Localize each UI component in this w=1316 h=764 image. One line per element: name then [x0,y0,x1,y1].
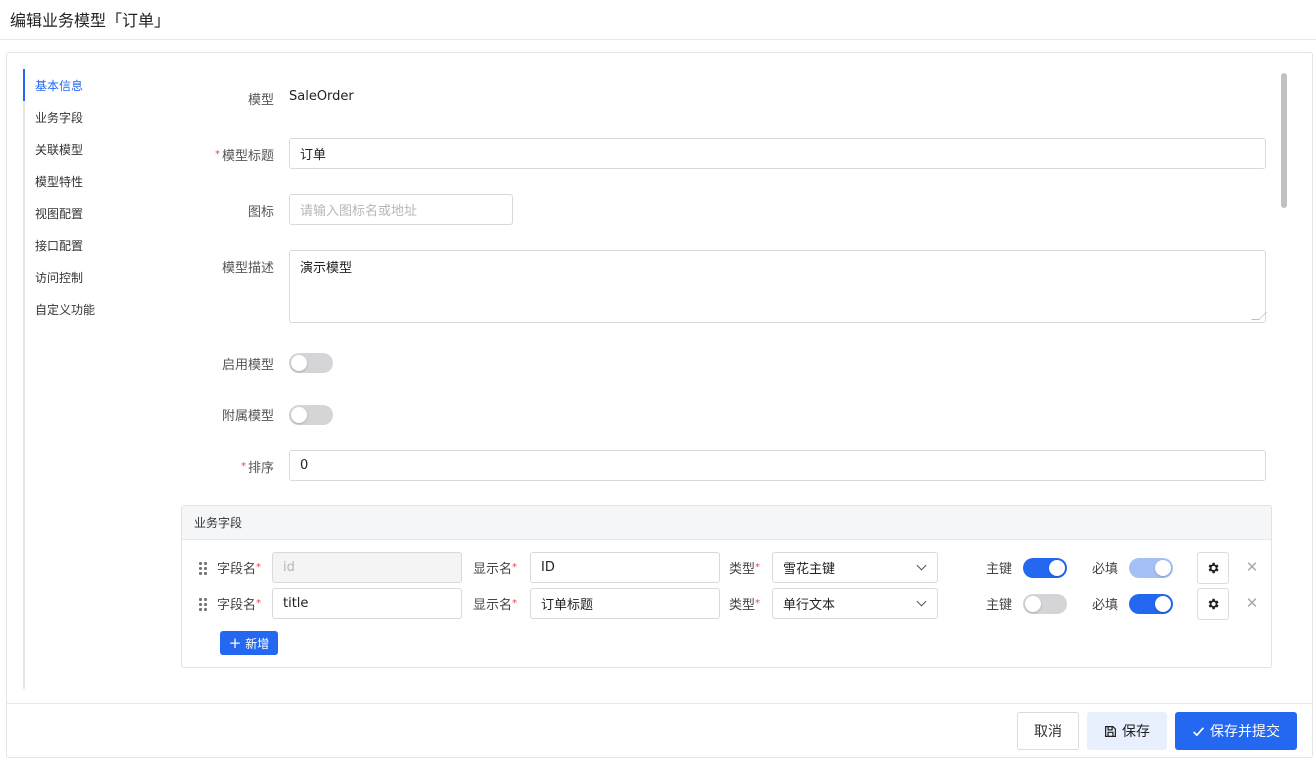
save-button[interactable]: 保存 [1087,712,1167,750]
anchor-nav: 基本信息 业务字段 关联模型 模型特性 视图配置 接口配置 访问控制 自定义功能 [23,69,113,689]
switch-knob [1155,596,1171,612]
type-label: 类型* [729,598,761,613]
gear-icon [1208,562,1219,574]
enable-model-label: 启用模型 [221,358,274,373]
drag-handle-icon[interactable] [199,598,209,614]
check-icon [1193,726,1204,736]
anchor-business-fields[interactable]: 业务字段 [35,109,83,126]
close-icon[interactable]: ✕ [1245,560,1259,575]
enable-model-switch[interactable] [289,353,333,373]
model-label: 模型 [247,93,274,108]
display-name-label: 显示名* [473,598,518,613]
description-label: 模型描述 [221,261,274,276]
anchor-access-control[interactable]: 访问控制 [35,269,83,286]
field-name-input[interactable]: id [272,552,462,583]
save-label: 保存 [1122,724,1150,740]
sort-label: * 排序 [240,461,274,476]
sort-input[interactable]: 0 [289,450,1266,481]
field-name-label: 字段名* [217,598,262,613]
field-settings-button[interactable] [1197,552,1229,584]
dialog-footer: 取消 保存 保存并提交 [7,703,1312,757]
icon-input[interactable]: 请输入图标名或地址 [289,194,513,225]
required-switch[interactable] [1129,594,1173,614]
switch-knob [291,407,307,423]
display-name-label: 显示名* [473,562,518,577]
edit-model-dialog: 基本信息 业务字段 关联模型 模型特性 视图配置 接口配置 访问控制 自定义功能… [6,52,1313,758]
plus-icon: + [228,634,242,652]
attached-model-switch[interactable] [289,405,333,425]
field-settings-button[interactable] [1197,588,1229,620]
anchor-custom-functions[interactable]: 自定义功能 [35,301,95,318]
anchor-model-features[interactable]: 模型特性 [35,173,83,190]
add-field-label: 新增 [245,636,270,651]
save-submit-button[interactable]: 保存并提交 [1175,712,1297,750]
scrollbar-thumb[interactable] [1281,73,1287,208]
required-label: 必填 [1092,562,1119,577]
type-select-value: 单行文本 [783,598,836,613]
chevron-down-icon [916,596,927,607]
required-switch[interactable] [1129,558,1173,578]
primary-key-label: 主键 [986,562,1013,577]
required-label: 必填 [1092,598,1119,613]
anchor-api-config[interactable]: 接口配置 [35,237,83,254]
field-name-label: 字段名* [217,562,262,577]
save-submit-label: 保存并提交 [1210,724,1280,740]
panel-title: 业务字段 [182,506,1271,540]
gear-icon [1208,598,1219,610]
display-name-input[interactable]: ID [530,552,720,583]
cancel-button[interactable]: 取消 [1017,712,1079,750]
attached-model-label: 附属模型 [221,409,274,424]
page-title: 编辑业务模型「订单」 [10,11,171,30]
display-name-input[interactable]: 订单标题 [530,588,720,619]
form-scrollbar[interactable] [1279,71,1289,687]
type-select[interactable]: 单行文本 [772,588,938,619]
switch-knob [1049,560,1065,576]
primary-key-switch[interactable] [1023,558,1067,578]
model-value: SaleOrder [289,89,354,104]
business-fields-panel: 业务字段 字段名* id 显示名* ID 类型* 雪花主键 主键 必填 ✕ 字段… [181,505,1272,668]
primary-key-switch[interactable] [1023,594,1067,614]
form-area: 模型 SaleOrder * 模型标题 订单 图标 请输入图标名或地址 模型描述 … [127,53,1277,687]
field-name-input[interactable]: title [272,588,462,619]
switch-knob [1025,596,1041,612]
anchor-basic-info[interactable]: 基本信息 [35,77,83,94]
switch-knob [1155,560,1171,576]
model-title-input[interactable]: 订单 [289,138,1266,169]
page-header: 编辑业务模型「订单」 [0,0,1316,40]
description-text: 演示模型 [300,261,353,276]
save-icon [1105,725,1116,737]
switch-knob [291,355,307,371]
model-title-label: * 模型标题 [214,149,274,164]
type-label: 类型* [729,562,761,577]
resize-grip-icon[interactable] [1251,312,1267,320]
anchor-active-marker [23,69,25,101]
chevron-down-icon [916,560,927,571]
anchor-related-models[interactable]: 关联模型 [35,141,83,158]
primary-key-label: 主键 [986,598,1013,613]
drag-handle-icon[interactable] [199,562,209,578]
icon-label: 图标 [247,205,274,220]
description-textarea[interactable]: 演示模型 [289,250,1267,323]
type-select[interactable]: 雪花主键 [772,552,938,583]
anchor-view-config[interactable]: 视图配置 [35,205,83,222]
type-select-value: 雪花主键 [783,562,836,577]
close-icon[interactable]: ✕ [1245,596,1259,611]
add-field-button[interactable]: + 新增 [220,631,278,655]
